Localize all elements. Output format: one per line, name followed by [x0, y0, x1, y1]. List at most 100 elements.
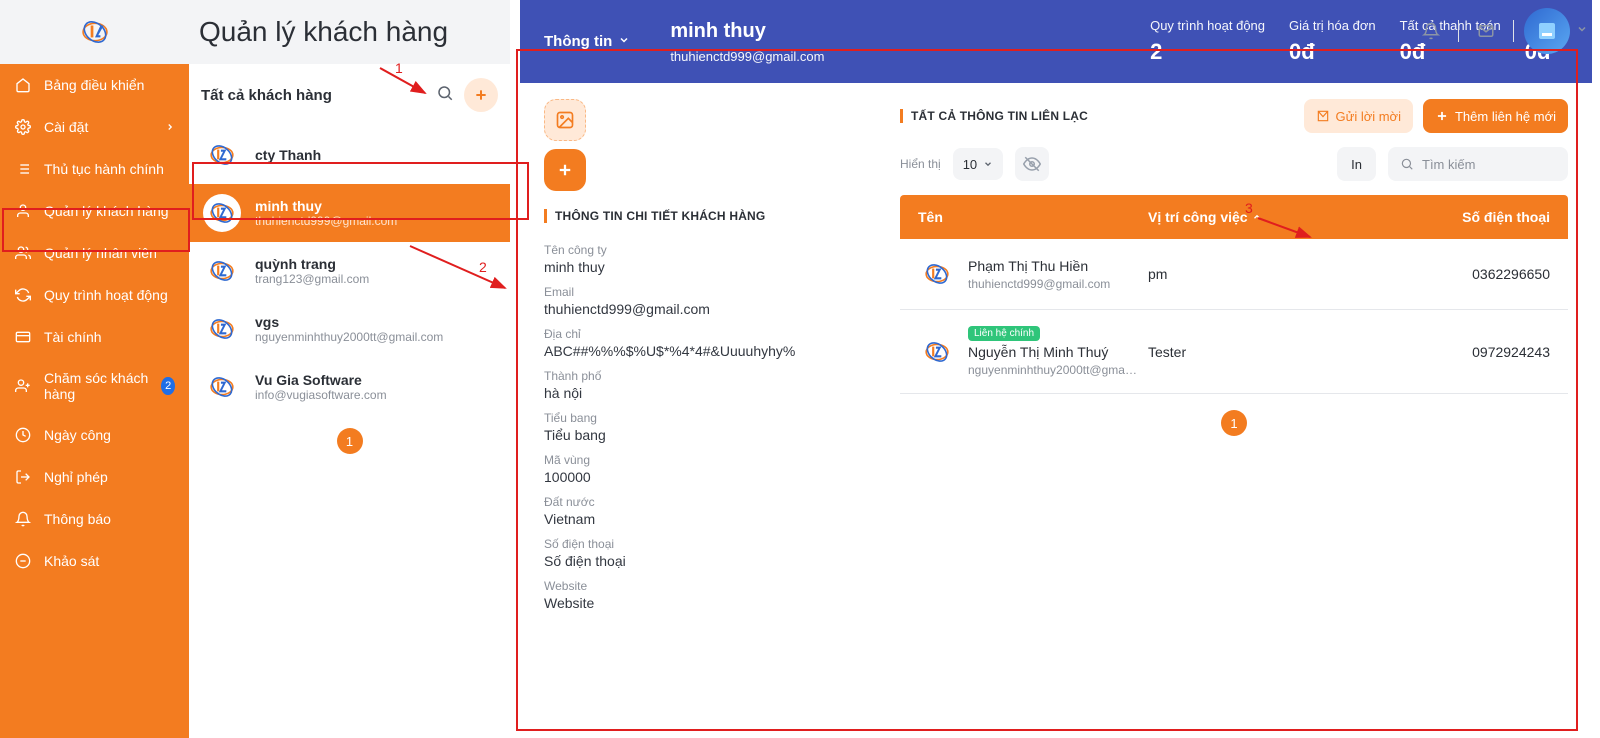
detail-customer-name: minh thuy [670, 20, 824, 43]
contact-row[interactable]: Phạm Thị Thu Hiền thuhienctd999@gmail.co… [900, 239, 1568, 310]
customer-email: info@vugiasoftware.com [255, 388, 387, 402]
contact-name: Phạm Thị Thu Hiền [968, 258, 1110, 274]
chevron-down-icon [983, 159, 993, 169]
print-button[interactable]: In [1337, 147, 1376, 181]
upload-image-button[interactable] [544, 99, 586, 141]
user-avatar[interactable] [1524, 8, 1570, 54]
sidebar-item-survey[interactable]: Khảo sát [0, 540, 189, 582]
home-icon [14, 76, 32, 94]
customer-email: thuhienctd999@gmail.com [255, 214, 397, 228]
customer-avatar [203, 368, 241, 406]
contact-phone: 0362296650 [1410, 266, 1550, 282]
customer-email: trang123@gmail.com [255, 272, 369, 286]
contacts-column: TẤT CẢ THÔNG TIN LIÊN LẠC Gửi lời mời Th… [900, 99, 1568, 611]
chevron-down-icon [618, 33, 630, 50]
info-field-label: Thành phố [544, 369, 864, 383]
search-icon [1400, 157, 1414, 171]
finance-icon [14, 328, 32, 346]
sidebar-item-finance[interactable]: Tài chính [0, 316, 189, 358]
sidebar-item-label: Quản lý khách hàng [44, 203, 169, 219]
toolbar-divider [1513, 20, 1514, 42]
col-phone[interactable]: Số điện thoại [1410, 209, 1550, 225]
add-customer-button[interactable] [464, 78, 498, 112]
col-name[interactable]: Tên [918, 209, 1148, 225]
info-field-label: Số điện thoại [544, 537, 864, 551]
info-field-value: Website [544, 595, 864, 611]
info-field-value: 100000 [544, 469, 864, 485]
customer-avatar [203, 194, 241, 232]
sidebar-item-notifications[interactable]: Thông báo [0, 498, 189, 540]
primary-contact-tag: Liên hệ chính [968, 326, 1040, 341]
page-size-select[interactable]: 10 [953, 148, 1003, 180]
sidebar-item-customers[interactable]: Quản lý khách hàng [0, 190, 189, 232]
customer-list-item[interactable]: vgs nguyenminhthuy2000tt@gmail.com [189, 300, 510, 358]
sidebar-item-employees[interactable]: Quản lý nhân viên [0, 232, 189, 274]
sidebar-item-label: Thủ tục hành chính [44, 161, 164, 177]
sidebar-item-label: Chăm sóc khách hàng [44, 370, 149, 402]
customer-list-panel: Quản lý khách hàng Tất cả khách hàng cty… [189, 0, 510, 738]
contacts-section-title: TẤT CẢ THÔNG TIN LIÊN LẠC [900, 109, 1088, 123]
customer-avatar [203, 136, 241, 174]
customer-avatar [203, 252, 241, 290]
survey-icon [14, 552, 32, 570]
customer-list-item[interactable]: cty Thanh [189, 126, 510, 184]
customer-list-item[interactable]: quỳnh trang trang123@gmail.com [189, 242, 510, 300]
customer-email: nguyenminhthuy2000tt@gmail.com [255, 330, 443, 344]
sidebar-item-admin-procedures[interactable]: Thủ tục hành chính [0, 148, 189, 190]
col-role[interactable]: Vị trí công việc [1148, 209, 1410, 225]
sidebar-item-customer-care[interactable]: Chăm sóc khách hàng 2 [0, 358, 189, 414]
contacts-search-input[interactable]: Tìm kiếm [1388, 147, 1568, 181]
sort-asc-icon [1252, 212, 1262, 222]
contacts-table-header: Tên Vị trí công việc Số điện thoại [900, 195, 1568, 239]
clock-icon [14, 426, 32, 444]
customer-name: quỳnh trang [255, 256, 369, 272]
sidebar-item-label: Tài chính [44, 329, 102, 345]
sidebar-item-label: Cài đặt [44, 119, 88, 135]
contact-row[interactable]: Liên hệ chính Nguyễn Thị Minh Thuý nguye… [900, 310, 1568, 394]
list-icon [14, 160, 32, 178]
user-icon [14, 202, 32, 220]
stat-label: Giá trị hóa đơn [1289, 18, 1376, 33]
search-icon[interactable] [436, 84, 454, 107]
info-field-label: Tiểu bang [544, 411, 864, 425]
chevron-down-icon[interactable] [1576, 22, 1588, 40]
add-image-button[interactable] [544, 149, 586, 191]
sidebar-item-workflow[interactable]: Quy trình hoạt động [0, 274, 189, 316]
info-field-value: Số điện thoại [544, 553, 864, 569]
contacts-page[interactable]: 1 [1221, 410, 1247, 436]
sidebar-item-label: Bảng điều khiển [44, 77, 144, 93]
send-invite-button[interactable]: Gửi lời mời [1304, 99, 1413, 133]
messages-button[interactable] [1469, 14, 1503, 48]
info-field-label: Website [544, 579, 864, 593]
customer-list-item[interactable]: minh thuy thuhienctd999@gmail.com [189, 184, 510, 242]
customer-info-column: THÔNG TIN CHI TIẾT KHÁCH HÀNG Tên công t… [544, 99, 864, 611]
notifications-button[interactable] [1414, 14, 1448, 48]
customer-list-page[interactable]: 1 [337, 428, 363, 454]
detail-tab-info[interactable]: Thông tin [544, 33, 646, 50]
sidebar-item-label: Quản lý nhân viên [44, 245, 157, 261]
sidebar-item-leave[interactable]: Nghỉ phép [0, 456, 189, 498]
sidebar-item-settings[interactable]: Cài đặt [0, 106, 189, 148]
info-field-value: hà nội [544, 385, 864, 401]
sidebar-item-dashboard[interactable]: Bảng điều khiển [0, 64, 189, 106]
users-icon [14, 244, 32, 262]
stat-value: 2 [1150, 39, 1265, 65]
info-field-label: Mã vùng [544, 453, 864, 467]
customer-name: cty Thanh [255, 147, 321, 163]
chevron-right-icon [165, 119, 175, 135]
contact-phone: 0972924243 [1410, 344, 1550, 360]
customer-detail-panel: Thông tin minh thuy thuhienctd999@gmail.… [510, 0, 1600, 738]
customer-name: vgs [255, 314, 443, 330]
show-label: Hiển thị [900, 157, 941, 171]
visibility-toggle-button[interactable] [1015, 147, 1049, 181]
contact-role: Tester [1148, 344, 1410, 360]
customer-list-item[interactable]: Vu Gia Software info@vugiasoftware.com [189, 358, 510, 416]
detail-tab-label: Thông tin [544, 33, 612, 50]
info-field-value: ABC##%%%$%U$*%4*4#&Uuuuhyhy% [544, 343, 864, 359]
sidebar-item-label: Khảo sát [44, 553, 99, 569]
add-contact-button[interactable]: Thêm liên hệ mới [1423, 99, 1568, 133]
info-field-label: Đất nước [544, 495, 864, 509]
sidebar-item-workday[interactable]: Ngày công [0, 414, 189, 456]
stat-label: Quy trình hoạt động [1150, 18, 1265, 33]
support-icon [14, 377, 32, 395]
